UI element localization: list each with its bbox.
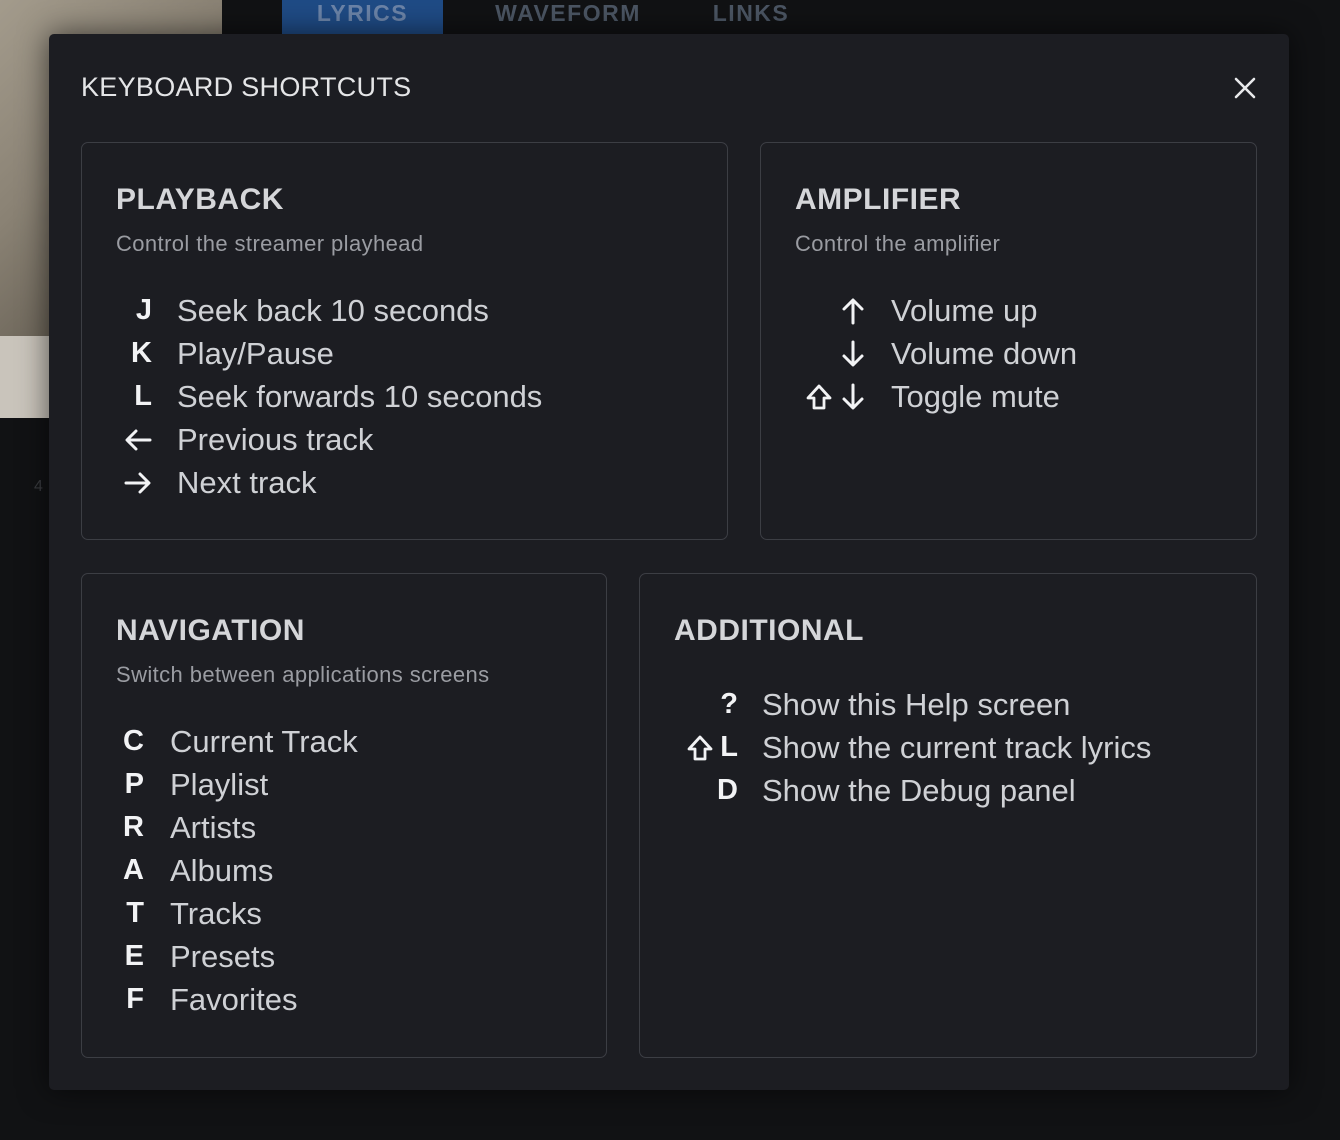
shortcut-label: Seek forwards 10 seconds xyxy=(177,378,543,414)
keyboard-shortcuts-modal: KEYBOARD SHORTCUTS PLAYBACK Control the … xyxy=(49,34,1289,1090)
shortcut-label: Current Track xyxy=(170,723,358,759)
shortcut-label: Previous track xyxy=(177,421,374,457)
tab-bar: LYRICS WAVEFORM LINKS xyxy=(282,0,809,34)
shortcut-row: D Show the Debug panel xyxy=(640,769,1256,812)
tab-waveform[interactable]: WAVEFORM xyxy=(443,0,693,34)
shortcut-key: R xyxy=(123,811,144,843)
shortcut-row: L Show the current track lyrics xyxy=(640,726,1256,769)
shortcut-row: J Seek back 10 seconds xyxy=(82,289,727,332)
shortcut-label: Next track xyxy=(177,464,317,500)
shortcut-key: ? xyxy=(720,688,738,720)
shortcut-key: E xyxy=(124,940,144,972)
shortcut-label: Favorites xyxy=(170,981,298,1017)
arrow-up-icon xyxy=(842,298,864,324)
shortcut-key: L xyxy=(720,731,738,763)
arrow-right-icon xyxy=(124,472,151,493)
shortcut-row: Volume up xyxy=(761,289,1256,332)
section-title: NAVIGATION xyxy=(116,614,305,647)
shortcut-row: K Play/Pause xyxy=(82,332,727,375)
shortcut-key: P xyxy=(124,768,144,800)
shortcut-label: Show this Help screen xyxy=(762,686,1071,722)
shortcut-key: K xyxy=(131,337,152,369)
playback-section: PLAYBACK Control the streamer playhead J… xyxy=(81,142,728,540)
shortcut-key: D xyxy=(717,774,738,806)
shift-icon xyxy=(687,735,713,760)
additional-section: ADDITIONAL ? Show this Help screen L Sho… xyxy=(639,573,1257,1058)
shortcut-row: Toggle mute xyxy=(761,375,1256,418)
tab-links[interactable]: LINKS xyxy=(693,0,809,34)
navigation-section: NAVIGATION Switch between applications s… xyxy=(81,573,607,1058)
shortcut-row: C Current Track xyxy=(82,720,606,763)
modal-title: KEYBOARD SHORTCUTS xyxy=(81,72,412,102)
shortcut-label: Playlist xyxy=(170,766,269,802)
shortcut-label: Seek back 10 seconds xyxy=(177,292,489,328)
shortcut-row: Next track xyxy=(82,461,727,504)
shortcut-key: C xyxy=(123,725,144,757)
shortcut-row: ? Show this Help screen xyxy=(640,683,1256,726)
close-button[interactable] xyxy=(1231,74,1259,102)
arrow-left-icon xyxy=(125,429,152,450)
section-title: ADDITIONAL xyxy=(674,614,864,647)
shortcut-row: Volume down xyxy=(761,332,1256,375)
shortcut-key: J xyxy=(135,294,152,326)
shortcut-label: Volume down xyxy=(891,335,1078,371)
shortcut-row: P Playlist xyxy=(82,763,606,806)
section-subtitle: Switch between applications screens xyxy=(116,662,490,687)
section-subtitle: Control the amplifier xyxy=(795,231,1001,256)
tab-lyrics[interactable]: LYRICS xyxy=(282,0,443,34)
shortcut-row: R Artists xyxy=(82,806,606,849)
section-title: PLAYBACK xyxy=(116,183,284,216)
shortcut-row: E Presets xyxy=(82,935,606,978)
section-subtitle: Control the streamer playhead xyxy=(116,231,424,256)
shift-icon xyxy=(806,384,832,409)
arrow-down-icon xyxy=(842,340,864,366)
shortcut-label: Albums xyxy=(170,852,274,888)
shortcut-key: A xyxy=(123,854,144,886)
shortcut-label: Tracks xyxy=(170,895,262,931)
shortcut-label: Presets xyxy=(170,938,276,974)
shortcut-label: Volume up xyxy=(891,292,1038,328)
shortcut-label: Toggle mute xyxy=(891,378,1060,414)
shortcut-row: Previous track xyxy=(82,418,727,461)
shortcut-row: F Favorites xyxy=(82,978,606,1021)
shortcut-row: A Albums xyxy=(82,849,606,892)
section-title: AMPLIFIER xyxy=(795,183,962,216)
shortcut-label: Show the Debug panel xyxy=(762,772,1076,808)
amplifier-section: AMPLIFIER Control the amplifier Volume u… xyxy=(760,142,1257,540)
shortcut-key: L xyxy=(134,380,152,412)
shortcut-label: Show the current track lyrics xyxy=(762,729,1152,765)
shortcut-row: L Seek forwards 10 seconds xyxy=(82,375,727,418)
shortcut-label: Play/Pause xyxy=(177,335,334,371)
shortcut-key: F xyxy=(126,983,144,1015)
arrow-down-icon xyxy=(842,383,864,409)
shortcut-label: Artists xyxy=(170,809,257,845)
shortcut-row: T Tracks xyxy=(82,892,606,935)
close-icon xyxy=(1234,77,1256,99)
shortcut-key: T xyxy=(126,897,144,929)
background-partial-text: 4 xyxy=(34,478,43,495)
